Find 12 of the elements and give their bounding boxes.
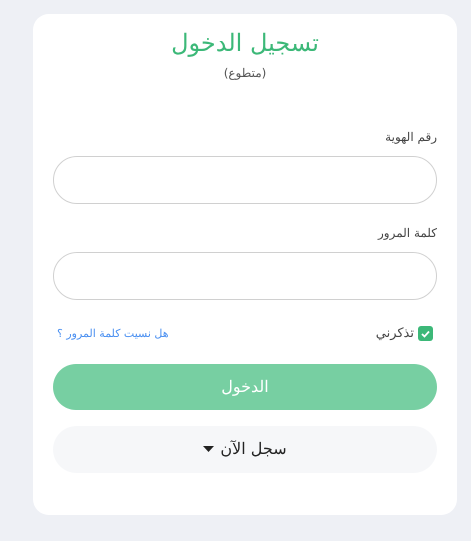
check-icon bbox=[421, 330, 430, 338]
subtitle: (متطوع) bbox=[224, 65, 266, 82]
forgot-password-link[interactable]: هل نسيت كلمة المرور ؟ bbox=[57, 326, 169, 342]
remember-label: تذكرني bbox=[376, 325, 414, 343]
checkbox[interactable] bbox=[418, 326, 433, 342]
field-label: رقم الهوية bbox=[385, 129, 437, 146]
page-title: تسجيل الدخول bbox=[171, 28, 319, 58]
input-field[interactable] bbox=[53, 156, 437, 204]
field-label: كلمة المرور bbox=[378, 225, 437, 242]
caret-icon bbox=[203, 446, 214, 452]
input-field[interactable] bbox=[53, 252, 437, 300]
register-button[interactable]: سجل الآن bbox=[53, 426, 437, 472]
